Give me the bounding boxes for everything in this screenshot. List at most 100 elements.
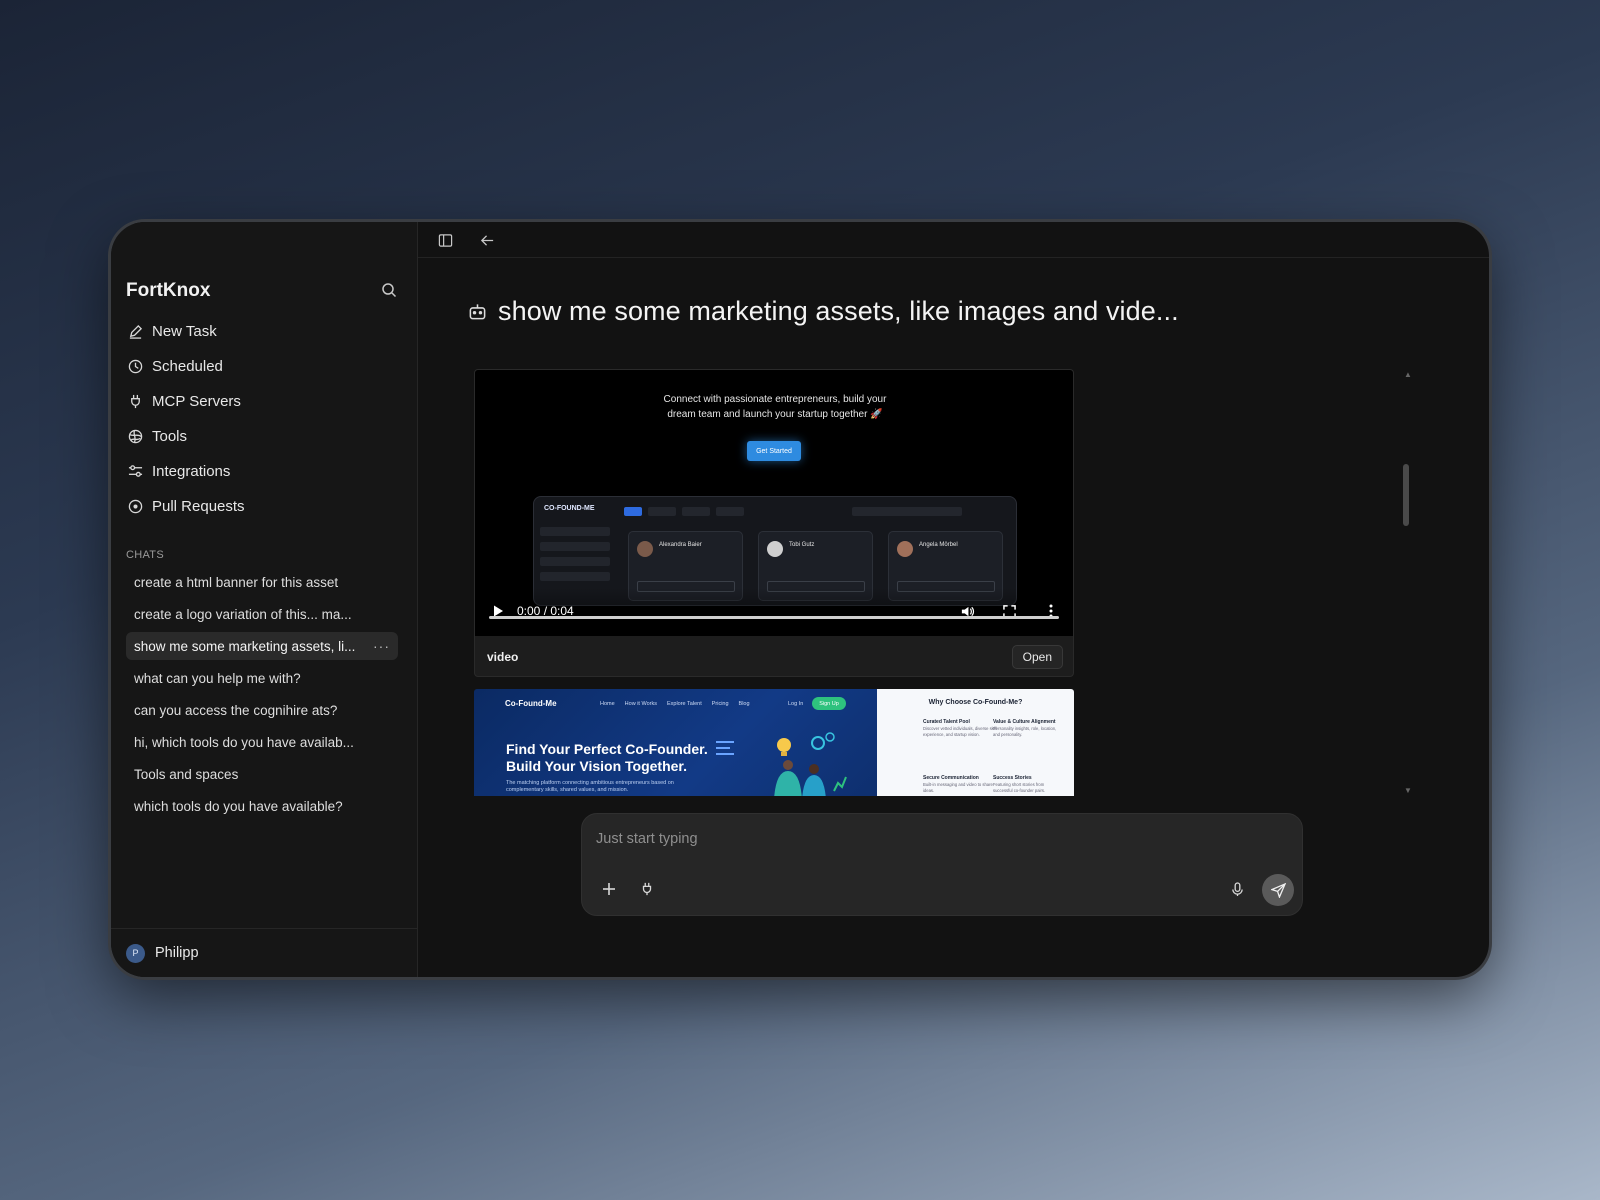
banner-subtext: The matching platform connecting ambitio…	[506, 780, 674, 793]
chat-item-active[interactable]: show me some marketing assets, li... ···	[126, 632, 398, 660]
chat-title: create a logo variation of this... ma...	[134, 606, 352, 622]
banner-logo: Co-Found-Me	[505, 699, 557, 708]
user-name: Philipp	[155, 945, 199, 961]
chat-list: create a html banner for this asset crea…	[126, 568, 398, 824]
chats-heading: CHATS	[126, 549, 164, 561]
scroll-down-icon[interactable]: ▼	[1404, 786, 1412, 795]
sliders-icon	[126, 463, 144, 481]
feature-item: Value & Culture Alignment Personality ins…	[993, 719, 1057, 737]
filter-chip	[682, 507, 710, 516]
search-icon	[382, 283, 397, 298]
nav-new-task[interactable]: New Task	[126, 314, 406, 349]
avatar	[897, 541, 913, 557]
avatar	[767, 541, 783, 557]
avatar	[637, 541, 653, 557]
banner-nav: Home How it Works Explore Talent Pricing…	[600, 701, 750, 707]
video-player[interactable]: Connect with passionate entrepreneurs, b…	[475, 370, 1073, 636]
chat-header: show me some marketing assets, like imag…	[466, 296, 1179, 327]
nav-mcp-servers[interactable]: MCP Servers	[126, 384, 406, 419]
attach-button[interactable]	[598, 878, 620, 900]
send-icon	[1270, 882, 1286, 898]
video-controls: 0:00 / 0:04	[475, 588, 1073, 636]
chat-title: create a html banner for this asset	[134, 574, 339, 590]
search-button[interactable]	[378, 279, 400, 301]
banner-illustration	[716, 732, 847, 796]
globe-icon	[126, 428, 144, 446]
video-progress-bar[interactable]	[489, 616, 1059, 619]
pencil-icon	[126, 323, 144, 341]
toggle-sidebar-button[interactable]	[436, 231, 454, 249]
nav-pull-requests[interactable]: Pull Requests	[126, 489, 406, 524]
chat-item[interactable]: hi, which tools do you have availab...	[126, 728, 398, 756]
chat-item[interactable]: what can you help me with?	[126, 664, 398, 692]
banner-signup: Sign Up	[812, 697, 846, 710]
banner-headline: Find Your Perfect Co-Founder. Build Your…	[506, 741, 708, 774]
video-asset-card: Connect with passionate entrepreneurs, b…	[474, 369, 1074, 677]
asset-type-label: video	[487, 650, 519, 664]
banner-image: Co-Found-Me Home How it Works Explore Ta…	[474, 689, 877, 796]
chat-title: what can you help me with?	[134, 670, 301, 686]
chat-title: Tools and spaces	[134, 766, 239, 782]
app-window: FortKnox New Task Scheduled MCP Servers …	[111, 222, 1489, 977]
feature-item: Success Stories Featuring short stories f…	[993, 775, 1046, 793]
clock-icon	[126, 358, 144, 376]
banner-login: Log In	[788, 701, 804, 707]
send-button[interactable]	[1262, 874, 1294, 906]
chat-title: show me some marketing assets, li...	[134, 638, 356, 654]
content-scrollbar[interactable]: ▲ ▼	[1401, 369, 1412, 796]
arrow-left-icon	[480, 234, 493, 246]
features-image: Why Choose Co-Found-Me? Curated Talent P…	[877, 689, 1074, 796]
sidebar-toggle-icon	[438, 233, 452, 247]
chat-title: can you access the cognihire ats?	[134, 702, 338, 718]
plug-icon	[642, 882, 652, 896]
main-panel: show me some marketing assets, like imag…	[418, 222, 1489, 977]
more-options-button[interactable]: ···	[373, 638, 390, 654]
circle-dot-icon	[126, 498, 144, 516]
nav-label: Tools	[152, 428, 188, 445]
nav-scheduled[interactable]: Scheduled	[126, 349, 406, 384]
chat-item[interactable]: can you access the cognihire ats?	[126, 696, 398, 724]
chat-title: hi, which tools do you have availab...	[134, 734, 354, 750]
top-bar	[418, 222, 1489, 258]
chat-item[interactable]: Tools and spaces	[126, 760, 398, 788]
nav-label: New Task	[152, 323, 217, 340]
avatar: P	[126, 943, 145, 963]
app-brand: FortKnox	[126, 280, 211, 301]
nav-label: MCP Servers	[152, 393, 241, 410]
nav-label: Pull Requests	[152, 498, 245, 515]
back-button[interactable]	[478, 231, 496, 249]
connect-tools-button[interactable]	[636, 878, 658, 900]
open-button[interactable]: Open	[1011, 645, 1063, 669]
user-profile[interactable]: P Philipp	[111, 928, 417, 977]
filter-chip	[648, 507, 676, 516]
sidebar: FortKnox New Task Scheduled MCP Servers …	[111, 222, 418, 977]
chat-item[interactable]: create a logo variation of this... ma...	[126, 600, 398, 628]
video-headline: Connect with passionate entrepreneurs, b…	[663, 394, 887, 420]
features-title: Why Choose Co-Found-Me?	[928, 699, 1023, 706]
bot-icon	[466, 301, 488, 323]
filter-chip	[716, 507, 744, 516]
voice-input-button[interactable]	[1226, 878, 1248, 900]
scroll-thumb[interactable]	[1403, 464, 1409, 526]
message-input[interactable]	[596, 828, 1276, 850]
chat-item[interactable]: which tools do you have available?	[126, 792, 398, 820]
video-card-footer: video Open	[475, 636, 1073, 676]
chat-item[interactable]: create a html banner for this asset	[126, 568, 398, 596]
plus-icon	[603, 883, 615, 895]
feature-item: Curated Talent Pool Discover vetted indiv…	[923, 719, 997, 737]
nav-label: Scheduled	[152, 358, 223, 375]
scroll-up-icon[interactable]: ▲	[1404, 370, 1412, 379]
filter-chip	[624, 507, 642, 516]
nav-tools[interactable]: Tools	[126, 419, 406, 454]
feature-item: Secure Communication Built-in messaging a…	[923, 775, 993, 793]
chat-title: show me some marketing assets, like imag…	[498, 296, 1179, 326]
image-asset-card[interactable]: Co-Found-Me Home How it Works Explore Ta…	[474, 689, 1074, 796]
dashboard-logo: CO-FOUND-ME	[544, 505, 595, 512]
microphone-icon	[1231, 881, 1243, 896]
chat-title: which tools do you have available?	[134, 798, 343, 814]
message-composer	[581, 813, 1303, 916]
nav-integrations[interactable]: Integrations	[126, 454, 406, 489]
filter-chip	[852, 507, 962, 516]
assets-list: Connect with passionate entrepreneurs, b…	[474, 369, 1074, 796]
video-cta-button: Get Started	[747, 441, 801, 461]
